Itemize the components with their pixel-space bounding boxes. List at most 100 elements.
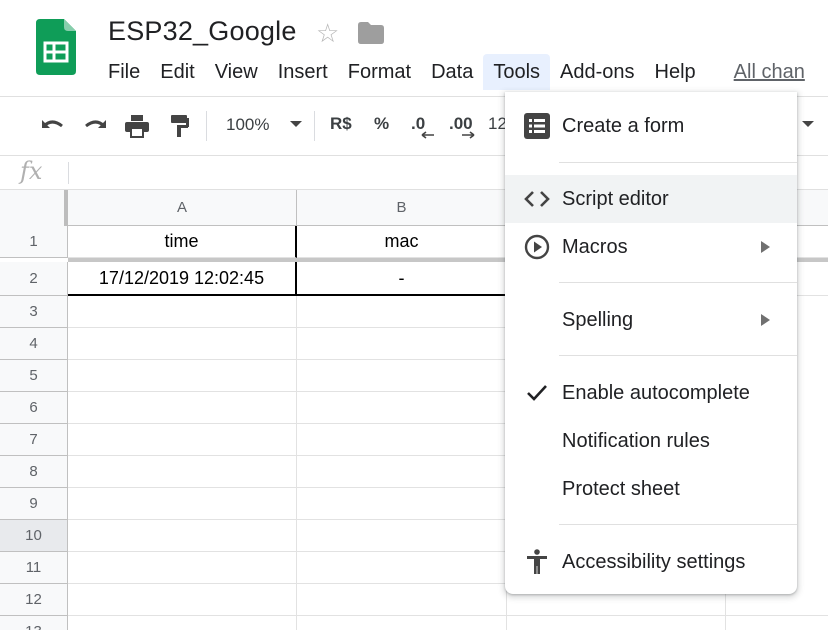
- formula-separator: [68, 162, 69, 184]
- menu-insert[interactable]: Insert: [268, 54, 338, 90]
- menu-item-label: Macros: [562, 235, 628, 258]
- cell[interactable]: [68, 456, 297, 488]
- menu-edit[interactable]: Edit: [150, 54, 204, 90]
- toolbar-separator: [314, 111, 315, 141]
- menu-view[interactable]: View: [205, 54, 268, 90]
- star-icon[interactable]: ☆: [316, 18, 339, 48]
- row-header[interactable]: 9: [0, 488, 68, 520]
- column-header-a[interactable]: A: [68, 190, 297, 226]
- menu-file[interactable]: File: [98, 54, 150, 90]
- toolbar-separator: [206, 111, 207, 141]
- cell[interactable]: [297, 616, 507, 630]
- cell[interactable]: [68, 552, 297, 584]
- row-header[interactable]: 3: [0, 296, 68, 328]
- cell[interactable]: [297, 328, 507, 360]
- cell[interactable]: [68, 392, 297, 424]
- cell-a2[interactable]: 17/12/2019 12:02:45: [68, 262, 297, 296]
- cell-b1[interactable]: mac: [297, 226, 507, 258]
- currency-format-button[interactable]: R$: [330, 114, 352, 134]
- redo-icon[interactable]: [80, 111, 110, 141]
- submenu-arrow-icon: [761, 241, 770, 253]
- menu-item-macros[interactable]: Macros: [505, 223, 797, 271]
- cell[interactable]: [297, 392, 507, 424]
- cell[interactable]: [68, 616, 297, 630]
- menu-item-enable-autocomplete[interactable]: Enable autocomplete: [505, 369, 797, 417]
- column-header-b[interactable]: B: [297, 190, 507, 226]
- document-title[interactable]: ESP32_Google: [108, 16, 297, 47]
- cell[interactable]: [297, 584, 507, 616]
- cell[interactable]: [68, 584, 297, 616]
- row-header-selected[interactable]: 10: [0, 520, 68, 552]
- cell[interactable]: [297, 360, 507, 392]
- code-icon: [523, 185, 551, 213]
- menu-separator: [559, 162, 797, 163]
- cell[interactable]: [297, 520, 507, 552]
- submenu-arrow-icon: [761, 314, 770, 326]
- cell[interactable]: [297, 488, 507, 520]
- menu-item-label: Create a form: [562, 114, 685, 137]
- play-circle-icon: [523, 233, 551, 261]
- menu-addons[interactable]: Add-ons: [550, 54, 645, 90]
- row-header[interactable]: 2: [0, 262, 68, 296]
- zoom-select[interactable]: 100%: [226, 115, 269, 135]
- row-header[interactable]: 1: [0, 226, 68, 258]
- row-header[interactable]: 11: [0, 552, 68, 584]
- cell[interactable]: [68, 520, 297, 552]
- menu-item-label: Protect sheet: [562, 477, 680, 500]
- cell[interactable]: [297, 456, 507, 488]
- paint-format-icon[interactable]: [164, 111, 194, 141]
- form-icon: [523, 112, 551, 140]
- cell[interactable]: [68, 424, 297, 456]
- row-header[interactable]: 4: [0, 328, 68, 360]
- cell[interactable]: [297, 552, 507, 584]
- cell[interactable]: [297, 424, 507, 456]
- menu-item-accessibility-settings[interactable]: Accessibility settings: [505, 538, 797, 586]
- cell[interactable]: [507, 616, 726, 630]
- menu-item-spelling[interactable]: Spelling: [505, 296, 797, 344]
- menu-item-label: Spelling: [562, 308, 634, 331]
- print-icon[interactable]: [122, 111, 152, 141]
- menu-item-script-editor[interactable]: Script editor: [505, 175, 797, 223]
- menu-item-label: Accessibility settings: [562, 550, 746, 573]
- menu-help[interactable]: Help: [645, 54, 706, 90]
- cell[interactable]: [68, 488, 297, 520]
- menu-separator: [559, 524, 797, 525]
- row-header[interactable]: 5: [0, 360, 68, 392]
- percent-format-button[interactable]: %: [374, 114, 389, 134]
- cell[interactable]: [68, 360, 297, 392]
- more-formats-dropdown-icon[interactable]: [802, 121, 814, 127]
- last-edit-link[interactable]: All chan: [724, 54, 815, 90]
- left-arrow-icon: [420, 129, 436, 141]
- menu-item-create-form[interactable]: Create a form: [505, 102, 797, 150]
- menu-item-protect-sheet[interactable]: Protect sheet: [505, 465, 797, 513]
- right-arrow-icon: [460, 129, 476, 141]
- menu-item-notification-rules[interactable]: Notification rules: [505, 417, 797, 465]
- app-header: ESP32_Google ☆ File Edit View Insert For…: [0, 0, 828, 96]
- menu-item-label: Notification rules: [562, 429, 710, 452]
- menu-format[interactable]: Format: [338, 54, 421, 90]
- cell[interactable]: [68, 328, 297, 360]
- cell-a1[interactable]: time: [68, 226, 297, 258]
- row-header[interactable]: 7: [0, 424, 68, 456]
- menu-bar: File Edit View Insert Format Data Tools …: [98, 54, 815, 90]
- check-icon: [523, 379, 551, 407]
- cell[interactable]: [68, 296, 297, 328]
- row-header[interactable]: 6: [0, 392, 68, 424]
- row-header[interactable]: 8: [0, 456, 68, 488]
- select-all-corner[interactable]: [0, 190, 67, 227]
- cell[interactable]: [726, 616, 828, 630]
- menu-separator: [559, 355, 797, 356]
- menu-separator: [559, 282, 797, 283]
- cell-b2[interactable]: -: [297, 262, 507, 296]
- row-header[interactable]: 13: [0, 616, 68, 630]
- menu-data[interactable]: Data: [421, 54, 483, 90]
- undo-icon[interactable]: [38, 111, 68, 141]
- sheets-logo-icon[interactable]: [36, 19, 76, 75]
- cell[interactable]: [297, 296, 507, 328]
- accessibility-icon: [523, 548, 551, 576]
- folder-icon[interactable]: [358, 22, 384, 44]
- menu-tools[interactable]: Tools: [483, 54, 551, 90]
- menu-item-label: Script editor: [562, 187, 669, 210]
- zoom-dropdown-icon[interactable]: [290, 121, 302, 127]
- row-header[interactable]: 12: [0, 584, 68, 616]
